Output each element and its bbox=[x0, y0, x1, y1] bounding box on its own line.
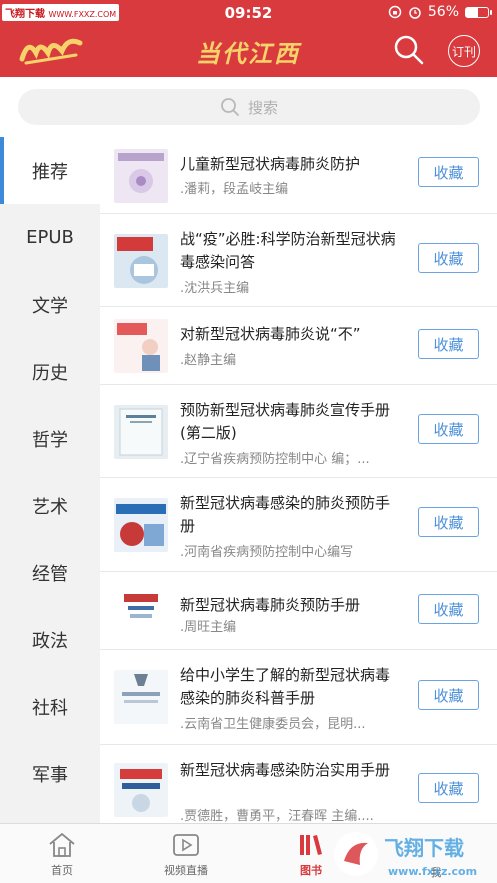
book-cover-image bbox=[114, 405, 168, 459]
watermark-logo: 飞翔下载 www.fxxz.com bbox=[334, 832, 477, 878]
book-author: .贾德胜，曹勇平，汪春晖 主编.... bbox=[180, 809, 374, 823]
search-bar: 搜索 bbox=[0, 77, 497, 137]
bookmark-button[interactable]: 收藏 bbox=[418, 594, 479, 624]
book-title: 儿童新型冠状病毒肺炎防护 bbox=[180, 155, 361, 173]
search-field-icon bbox=[221, 98, 239, 116]
sidebar-item-philosophy[interactable]: 哲学 bbox=[0, 405, 100, 472]
list-item[interactable]: 预防新型冠状病毒肺炎宣传手册(第二版) .辽宁省疾病预防控制中心 编；... 收… bbox=[100, 385, 497, 478]
search-icon[interactable] bbox=[392, 33, 426, 67]
search-placeholder: 搜索 bbox=[247, 98, 278, 117]
home-icon bbox=[49, 832, 75, 857]
status-bar: 飞翔下载 WWW.FXXZ.COM 09:52 56% bbox=[0, 0, 497, 26]
sidebar-item-label: EPUB bbox=[26, 227, 74, 248]
category-sidebar: 推荐 EPUB 文学 历史 哲学 艺术 经管 政法 社科 军事 bbox=[0, 137, 100, 823]
sidebar-item-history[interactable]: 历史 bbox=[0, 338, 100, 405]
bookmark-button[interactable]: 收藏 bbox=[418, 680, 479, 710]
book-title: 战“疫”必胜:科学防治新型冠状病毒感染问答 bbox=[180, 230, 396, 271]
book-title: 新型冠状病毒感染的肺炎预防手册 bbox=[180, 494, 391, 535]
book-author: .河南省疾病预防控制中心编写 bbox=[180, 545, 354, 560]
sidebar-item-label: 推荐 bbox=[32, 161, 68, 183]
tab-home[interactable]: 首页 bbox=[22, 830, 102, 878]
book-cover-image bbox=[114, 584, 168, 638]
tab-label: 首页 bbox=[51, 864, 73, 877]
sidebar-item-label: 文学 bbox=[32, 295, 68, 317]
sidebar-item-label: 政法 bbox=[32, 630, 68, 652]
book-cover-image bbox=[114, 498, 168, 552]
book-title: 给中小学生了解的新型冠状病毒感染的肺炎科普手册 bbox=[180, 666, 391, 707]
brand-title: 当代江西 bbox=[196, 39, 300, 68]
sidebar-item-military[interactable]: 军事 bbox=[0, 740, 100, 807]
sidebar-item-economics[interactable]: 经管 bbox=[0, 539, 100, 606]
alarm-icon bbox=[409, 7, 421, 19]
battery-icon bbox=[465, 6, 492, 18]
bookmark-button[interactable]: 收藏 bbox=[418, 157, 479, 187]
book-cover-image bbox=[114, 763, 168, 817]
watermark-url: www.fxxz.com bbox=[388, 865, 477, 878]
bookmark-button[interactable]: 收藏 bbox=[418, 329, 479, 359]
book-author: .潘莉，段孟岐主编 bbox=[180, 182, 289, 197]
book-title: 新型冠状病毒感染防治实用手册 bbox=[180, 761, 391, 779]
list-item[interactable]: 儿童新型冠状病毒肺炎防护 .潘莉，段孟岐主编 收藏 bbox=[100, 137, 497, 214]
watermark-text: 飞翔下载 bbox=[384, 836, 464, 860]
sidebar-item-social-science[interactable]: 社科 bbox=[0, 673, 100, 740]
list-item[interactable]: 新型冠状病毒感染的肺炎预防手册 .河南省疾病预防控制中心编写 收藏 bbox=[100, 478, 497, 572]
search-input[interactable]: 搜索 bbox=[18, 89, 480, 125]
bookmark-button[interactable]: 收藏 bbox=[418, 507, 479, 537]
list-item[interactable]: 新型冠状病毒肺炎预防手册 .周旺主编 收藏 bbox=[100, 572, 497, 650]
book-cover-image bbox=[114, 149, 168, 203]
sidebar-item-label: 军事 bbox=[32, 764, 68, 786]
list-item[interactable]: 对新型冠状病毒肺炎说“不” .赵静主编 收藏 bbox=[100, 307, 497, 385]
sidebar-item-law[interactable]: 政法 bbox=[0, 606, 100, 673]
app-header: 飞翔下载 WWW.FXXZ.COM 09:52 56% 当代江西 订刊 bbox=[0, 0, 497, 77]
battery-percent: 56% bbox=[427, 4, 459, 20]
book-author: .辽宁省疾病预防控制中心 编；... bbox=[180, 452, 370, 467]
tab-label: 图书 bbox=[300, 864, 322, 877]
book-author: .赵静主编 bbox=[180, 353, 237, 368]
list-item[interactable]: 战“疫”必胜:科学防治新型冠状病毒感染问答 .沈洪兵主编 收藏 bbox=[100, 214, 497, 307]
book-title: 对新型冠状病毒肺炎说“不” bbox=[180, 325, 361, 343]
sidebar-item-recommend[interactable]: 推荐 bbox=[0, 137, 100, 204]
book-list: 儿童新型冠状病毒肺炎防护 .潘莉，段孟岐主编 收藏 战“疫”必胜:科学防治新型冠… bbox=[100, 137, 497, 823]
bookmark-button[interactable]: 收藏 bbox=[418, 414, 479, 444]
book-author: .沈洪兵主编 bbox=[180, 281, 250, 296]
list-item[interactable]: 给中小学生了解的新型冠状病毒感染的肺炎科普手册 .云南省卫生健康委员会，昆明..… bbox=[100, 650, 497, 745]
book-title: 预防新型冠状病毒肺炎宣传手册(第二版) bbox=[180, 401, 391, 442]
battery-level bbox=[466, 7, 479, 17]
lock-rotation-icon bbox=[388, 5, 402, 19]
sidebar-item-label: 艺术 bbox=[32, 496, 68, 518]
sidebar-item-label: 社科 bbox=[32, 697, 68, 719]
sidebar-item-art[interactable]: 艺术 bbox=[0, 472, 100, 539]
tab-label: 视频直播 bbox=[164, 864, 208, 877]
sidebar-item-label: 经管 bbox=[32, 563, 68, 585]
video-play-icon bbox=[173, 834, 199, 856]
books-icon bbox=[300, 835, 322, 855]
bookmark-button[interactable]: 收藏 bbox=[418, 773, 479, 803]
book-cover-image bbox=[114, 234, 168, 288]
book-author: .周旺主编 bbox=[180, 620, 237, 635]
bookmark-button[interactable]: 收藏 bbox=[418, 243, 479, 273]
book-author: .云南省卫生健康委员会，昆明... bbox=[180, 717, 366, 732]
list-item[interactable]: 新型冠状病毒感染防治实用手册 .贾德胜，曹勇平，汪春晖 主编.... 收藏 bbox=[100, 745, 497, 823]
book-cover-image bbox=[114, 319, 168, 373]
sidebar-item-epub[interactable]: EPUB bbox=[0, 204, 100, 271]
app-root: 飞翔下载 WWW.FXXZ.COM 09:52 56% 当代江西 订刊 搜索 推… bbox=[0, 0, 497, 883]
status-right: 56% bbox=[388, 4, 492, 20]
tab-video-live[interactable]: 视频直播 bbox=[146, 830, 226, 878]
subscribe-button[interactable]: 订刊 bbox=[448, 35, 480, 67]
book-title: 新型冠状病毒肺炎预防手册 bbox=[180, 596, 361, 614]
book-cover-image bbox=[114, 670, 168, 724]
sidebar-item-label: 哲学 bbox=[32, 429, 68, 451]
sidebar-item-literature[interactable]: 文学 bbox=[0, 271, 100, 338]
sidebar-item-label: 历史 bbox=[32, 362, 68, 384]
app-logo-icon[interactable] bbox=[18, 33, 84, 67]
